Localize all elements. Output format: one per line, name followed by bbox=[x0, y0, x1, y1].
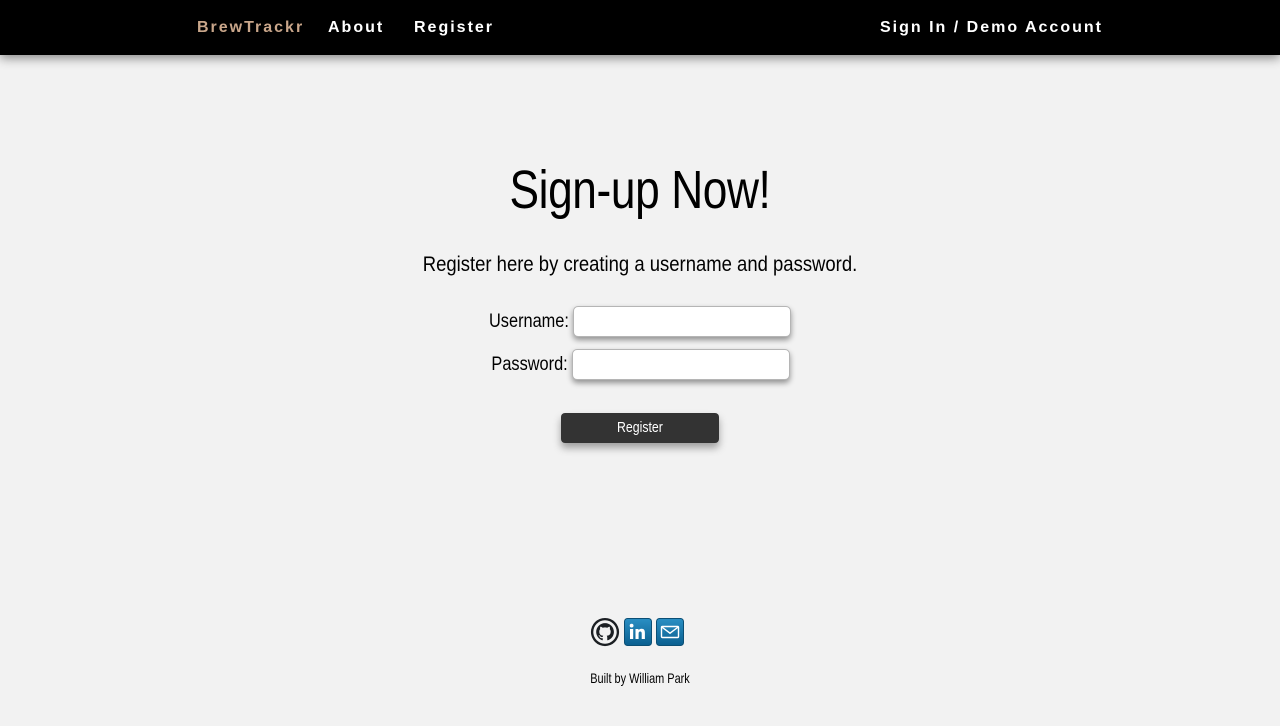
nav-about-link[interactable]: About bbox=[328, 0, 384, 55]
password-label: Password: bbox=[491, 354, 568, 375]
password-input[interactable] bbox=[572, 349, 790, 380]
register-submit-button[interactable]: Register bbox=[561, 413, 719, 443]
email-icon[interactable] bbox=[656, 618, 684, 646]
social-links bbox=[590, 616, 690, 648]
register-submit-label: Register bbox=[617, 419, 663, 436]
brand-link[interactable]: BrewTrackr bbox=[197, 0, 304, 55]
footer-credit: Built by William Park bbox=[590, 670, 690, 686]
top-navbar: BrewTrackr About Register Sign In / Demo… bbox=[0, 0, 1280, 55]
page-title: Sign-up Now! bbox=[509, 160, 771, 220]
github-icon[interactable] bbox=[590, 617, 620, 647]
nav-signin-link[interactable]: Sign In / Demo Account bbox=[880, 0, 1103, 55]
username-input[interactable] bbox=[573, 306, 791, 337]
nav-register-link[interactable]: Register bbox=[414, 0, 494, 55]
username-label: Username: bbox=[489, 311, 569, 332]
linkedin-icon[interactable] bbox=[624, 618, 652, 646]
page-subtitle: Register here by creating a username and… bbox=[422, 253, 858, 276]
